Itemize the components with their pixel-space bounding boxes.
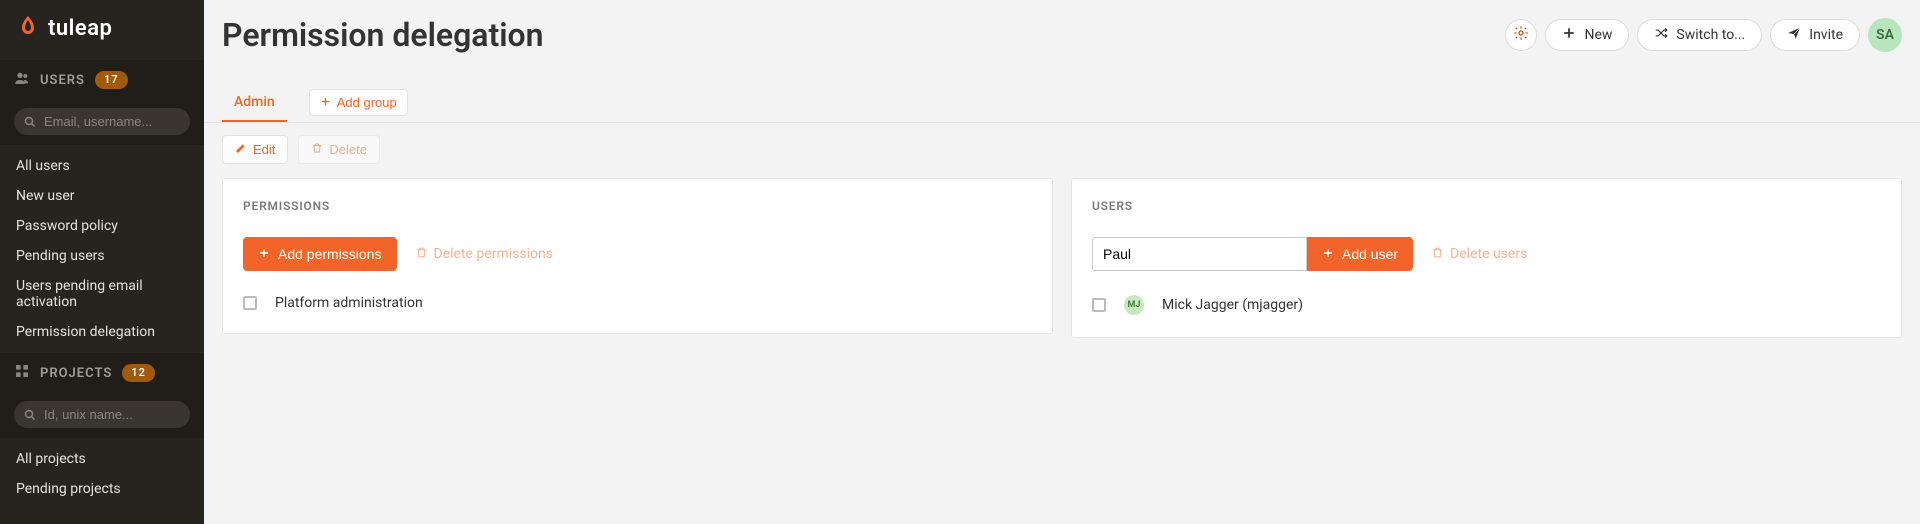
tabs-row: Admin Add group bbox=[204, 84, 1920, 123]
group-toolbar: Edit Delete bbox=[204, 123, 1920, 178]
users-toolbar: Add user Delete users bbox=[1092, 237, 1881, 271]
permissions-panel-title: PERMISSIONS bbox=[243, 199, 1032, 213]
tuleap-flame-icon bbox=[16, 14, 40, 42]
sidebar: tuleap USERS 17 All users New user Passw… bbox=[0, 0, 204, 524]
user-search-input[interactable] bbox=[1092, 237, 1307, 271]
users-links: All users New user Password policy Pendi… bbox=[0, 145, 204, 353]
sidebar-section-projects[interactable]: PROJECTS 12 bbox=[0, 353, 204, 393]
add-permissions-button[interactable]: Add permissions bbox=[243, 237, 397, 271]
current-user-avatar[interactable]: SA bbox=[1868, 18, 1902, 52]
permissions-toolbar: Add permissions Delete permissions bbox=[243, 237, 1032, 271]
delete-permissions-button[interactable]: Delete permissions bbox=[415, 246, 553, 263]
plus-icon bbox=[320, 95, 331, 110]
panels: PERMISSIONS Add permissions bbox=[204, 178, 1920, 524]
switch-to-button[interactable]: Switch to... bbox=[1637, 19, 1762, 51]
permission-label: Platform administration bbox=[275, 295, 423, 311]
sidebar-link-permission-delegation[interactable]: Permission delegation bbox=[0, 317, 204, 347]
users-icon bbox=[14, 70, 30, 90]
projects-icon bbox=[14, 363, 30, 383]
plus-icon bbox=[1562, 26, 1576, 44]
switch-to-label: Switch to... bbox=[1676, 27, 1745, 43]
new-button-label: New bbox=[1584, 27, 1612, 43]
checkbox[interactable] bbox=[1092, 298, 1106, 312]
checkbox[interactable] bbox=[243, 296, 257, 310]
gear-icon bbox=[1513, 25, 1529, 45]
permission-row[interactable]: Platform administration bbox=[243, 293, 1032, 313]
users-search-input[interactable] bbox=[14, 108, 190, 135]
add-user-label: Add user bbox=[1342, 246, 1398, 262]
sidebar-link-pending-email[interactable]: Users pending email activation bbox=[0, 271, 204, 317]
brand-logo[interactable]: tuleap bbox=[0, 0, 204, 60]
projects-count-badge: 12 bbox=[122, 364, 155, 382]
sidebar-section-label: USERS bbox=[40, 73, 85, 88]
delete-users-button[interactable]: Delete users bbox=[1431, 246, 1527, 263]
users-panel: USERS Add user bbox=[1071, 178, 1902, 338]
edit-label: Edit bbox=[253, 142, 275, 157]
user-avatar: MJ bbox=[1124, 295, 1144, 315]
permissions-panel: PERMISSIONS Add permissions bbox=[222, 178, 1053, 334]
user-row[interactable]: MJ Mick Jagger (mjagger) bbox=[1092, 293, 1881, 317]
plus-icon bbox=[1322, 246, 1334, 262]
delete-permissions-label: Delete permissions bbox=[434, 246, 553, 262]
paper-plane-icon bbox=[1787, 26, 1801, 44]
top-actions: New Switch to... Invite bbox=[1505, 18, 1902, 52]
tab-admin[interactable]: Admin bbox=[222, 84, 287, 122]
brand-name: tuleap bbox=[48, 16, 112, 41]
sidebar-section-label: PROJECTS bbox=[40, 366, 112, 381]
main: Permission delegation New bbox=[204, 0, 1920, 524]
projects-search-input[interactable] bbox=[14, 401, 190, 428]
sidebar-link-all-users[interactable]: All users bbox=[0, 151, 204, 181]
add-group-button[interactable]: Add group bbox=[309, 89, 408, 116]
add-user-button[interactable]: Add user bbox=[1307, 237, 1413, 271]
delete-group-button[interactable]: Delete bbox=[298, 135, 380, 164]
shuffle-icon bbox=[1654, 26, 1668, 44]
pencil-icon bbox=[235, 142, 247, 157]
sidebar-link-pending-projects[interactable]: Pending projects bbox=[0, 474, 204, 504]
add-permissions-label: Add permissions bbox=[278, 246, 382, 262]
add-group-label: Add group bbox=[337, 95, 397, 110]
admin-gear-button[interactable] bbox=[1505, 19, 1537, 51]
edit-group-button[interactable]: Edit bbox=[222, 135, 288, 164]
user-label: Mick Jagger (mjagger) bbox=[1162, 297, 1303, 313]
sidebar-section-users[interactable]: USERS 17 bbox=[0, 60, 204, 100]
sidebar-link-password-policy[interactable]: Password policy bbox=[0, 211, 204, 241]
users-count-badge: 17 bbox=[95, 71, 128, 89]
sidebar-link-pending-users[interactable]: Pending users bbox=[0, 241, 204, 271]
page-title: Permission delegation bbox=[222, 16, 544, 54]
new-button[interactable]: New bbox=[1545, 19, 1629, 51]
sidebar-link-all-projects[interactable]: All projects bbox=[0, 444, 204, 474]
sidebar-link-new-user[interactable]: New user bbox=[0, 181, 204, 211]
trash-icon bbox=[415, 246, 428, 263]
users-panel-title: USERS bbox=[1092, 199, 1881, 213]
invite-label: Invite bbox=[1809, 27, 1843, 43]
projects-links: All projects Pending projects bbox=[0, 438, 204, 510]
trash-icon bbox=[1431, 246, 1444, 263]
delete-users-label: Delete users bbox=[1450, 246, 1527, 262]
plus-icon bbox=[258, 246, 270, 262]
trash-icon bbox=[311, 142, 323, 157]
delete-label: Delete bbox=[329, 142, 367, 157]
topbar: Permission delegation New bbox=[204, 0, 1920, 54]
invite-button[interactable]: Invite bbox=[1770, 19, 1860, 51]
